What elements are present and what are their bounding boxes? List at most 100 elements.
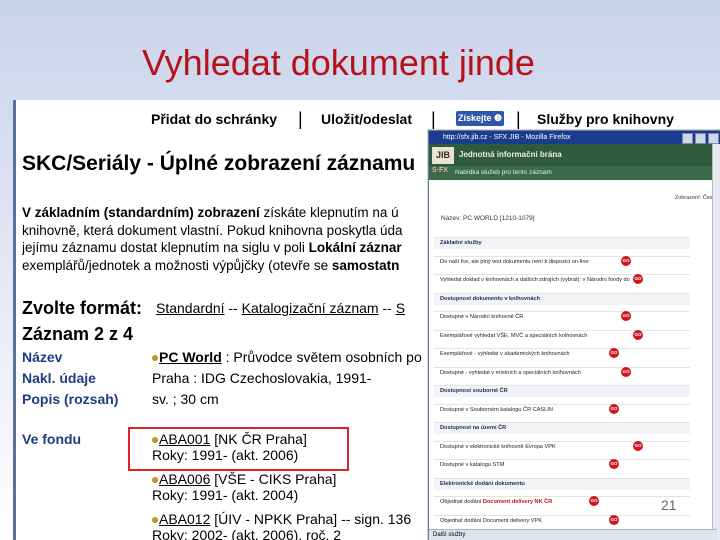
intro-text-part: získáte klepnutím na ú [259, 205, 399, 220]
field-value-extent: sv. ; 30 cm [152, 391, 219, 407]
sfx-service-row[interactable]: Objednat dodání Document delivery NK ČR [434, 496, 690, 508]
sfx-row-text: Základní služby [440, 240, 482, 246]
go-button[interactable]: GO [609, 459, 619, 469]
sfx-service-row[interactable]: Exemplářové vyhledat VŠE, MVČ a speciáln… [434, 329, 690, 342]
go-button[interactable]: GO [621, 255, 631, 266]
sfx-row-text: Objednat dodání [440, 499, 483, 505]
sfx-row-text: Dostupnost souborně ČR [440, 388, 508, 394]
close-icon[interactable] [708, 133, 719, 144]
jib-logo: JIB [432, 147, 454, 164]
sfx-row-text: Dostupné v Národní knihovně ČR [440, 314, 524, 320]
sfx-logo: S·FX [432, 167, 448, 174]
holding-item: ABA006 [VŠE - CIKS Praha] Roky: 1991- (a… [152, 471, 336, 503]
getit-button[interactable]: Získejte ❺ [456, 111, 504, 126]
highlight-box [128, 427, 349, 471]
window-controls [682, 133, 719, 144]
sfx-service-row[interactable]: Do naší fce, ale plný text dokumentu nen… [434, 255, 690, 268]
field-value-title: PC World : Průvodce světem osobních po [152, 349, 422, 365]
go-button[interactable]: GO [621, 366, 631, 377]
bullet-icon [152, 477, 158, 484]
format-catalog-link[interactable]: Katalogizační záznam [242, 300, 379, 316]
banner-text: Jednotná informační brána [459, 150, 562, 159]
sfx-record-title: Název: PC WORLD [1210-1079] [441, 215, 535, 222]
format-more-link[interactable]: S [396, 300, 405, 316]
go-button[interactable]: GO [633, 329, 643, 340]
field-label-imprint: Nakl. údaje [22, 370, 96, 386]
sfx-service-row[interactable]: Vyhledat doklad v knihovnách a dalších z… [434, 274, 690, 286]
status-bar: Další služby [429, 529, 717, 540]
intro-text: V základním (standardním) zobrazení získ… [22, 204, 432, 274]
add-to-basket-button[interactable]: Přidat do schránky [151, 111, 277, 127]
sfx-bar: S·FX Nabídka služeb pro tento záznam [429, 166, 720, 180]
title-link[interactable]: PC World [159, 349, 222, 365]
slide-title: Vyhledat dokument jinde [142, 42, 535, 83]
holding-library: [ÚIV - NPKK Praha] -- sign. 136 [210, 511, 412, 527]
go-button[interactable]: GO [621, 311, 631, 321]
record-toolbar: Přidat do schránky | Uložit/odeslat | Zí… [16, 108, 720, 130]
sfx-row-text: Exemplářové vyhledat VŠE, MVČ a speciáln… [440, 332, 588, 339]
sfx-popup-window: http://sfx.jib.cz - SFX JIB - Mozilla Fi… [428, 130, 720, 540]
go-button[interactable]: GO [589, 496, 599, 506]
sfx-service-row[interactable]: Dostupné - vyhledat v místních a speciál… [434, 366, 690, 379]
sfx-row-text: Exemplářové - vyhledat v akademických kn… [440, 351, 570, 357]
sfx-service-row[interactable]: Dostupné v Národní knihovně ČR [434, 311, 690, 323]
sigla-link[interactable]: ABA012 [159, 511, 210, 527]
holding-years: Roky: 2002- (akt. 2006), roč. 2 [152, 527, 342, 540]
sfx-service-row[interactable]: Dostupné v Souborném katalogu ČR CASLIN [434, 403, 690, 416]
window-titlebar: http://sfx.jib.cz - SFX JIB - Mozilla Fi… [429, 131, 720, 144]
field-label-title: Název [22, 349, 63, 365]
sfx-row-text: Do naší fce, ale plný text dokumentu nen… [440, 258, 589, 265]
intro-text-part: exemplářů/jednotek a možnosti výpůjčky (… [22, 257, 332, 273]
sfx-service-row[interactable]: Objednat dodání Document delivery VPK [434, 514, 690, 527]
record-title: SKC/Seriály - Úplné zobrazení záznamu [22, 152, 416, 175]
slide-page-number: 21 [661, 497, 677, 513]
go-button[interactable]: GO [609, 403, 619, 414]
toolbar-separator: | [431, 109, 436, 129]
format-label: Zvolte formát: [22, 298, 143, 318]
maximize-icon[interactable] [695, 133, 706, 144]
holding-item: ABA012 [ÚIV - NPKK Praha] -- sign. 136 R… [152, 511, 411, 540]
sfx-row-text: Dostupnost dokumentu v knihovnách [440, 295, 541, 302]
go-button[interactable]: GO [609, 348, 619, 358]
sfx-section-header: Dostupnost souborně ČR [434, 385, 690, 397]
title-rest: : Průvodce světem osobních po [221, 349, 422, 365]
sfx-row-text: Objednat dodání Document delivery VPK [440, 517, 542, 524]
sfx-row-text: Dostupnost na území ČR [440, 425, 507, 431]
save-send-button[interactable]: Uložit/odeslat [321, 111, 412, 127]
sfx-section-header: Elektronické dodání dokumentu [434, 477, 690, 490]
intro-bold: samostatn [331, 257, 400, 273]
toolbar-separator: | [298, 109, 303, 129]
field-label-holdings: Ve fondu [22, 431, 82, 447]
sfx-section-header: Dostupnost na území ČR [434, 422, 690, 434]
sfx-row-text: Dostupné - vyhledat v místních a speciál… [440, 369, 581, 376]
minimize-icon[interactable] [682, 133, 693, 144]
sfx-section-header: Základní služby [434, 237, 690, 249]
format-links: Standardní -- Katalogizační záznam -- S [156, 300, 405, 316]
sfx-row-text: Elektronické dodání dokumentu [440, 480, 525, 487]
holding-years: Roky: 1991- (akt. 2004) [152, 487, 299, 503]
sfx-row-highlight[interactable]: Document delivery NK ČR [483, 499, 552, 505]
sfx-bar-text: Nabídka služeb pro tento záznam [455, 169, 552, 176]
bullet-icon [152, 517, 158, 524]
jib-banner: JIB Jednotná informační brána [429, 144, 720, 166]
holding-library: [VŠE - CIKS Praha] [210, 471, 337, 487]
go-button[interactable]: GO [633, 274, 643, 284]
intro-text-part: jejímu záznamu dostat klepnutím na siglu… [22, 240, 309, 255]
sfx-row-text: Vyhledat doklad v knihovnách a dalších z… [440, 277, 630, 283]
format-standard-link[interactable]: Standardní [156, 300, 225, 316]
library-services-button[interactable]: Služby pro knihovny [537, 111, 674, 127]
go-button[interactable]: GO [633, 440, 643, 451]
toolbar-separator: | [516, 109, 521, 129]
intro-bold: V základním (standardním) zobrazení [22, 205, 260, 220]
sfx-section-header: Dostupnost dokumentu v knihovnách [434, 292, 690, 305]
go-button[interactable]: GO [609, 514, 619, 525]
scrollbar[interactable] [712, 144, 720, 540]
sfx-row-text: Dostupné v elektronické knihovně Evropa … [440, 443, 556, 450]
sfx-service-row[interactable]: Dostupné v elektronické knihovně Evropa … [434, 440, 690, 453]
sigla-link[interactable]: ABA006 [159, 471, 210, 487]
sfx-row-text: Dostupné v katalogu STM [440, 462, 505, 468]
field-label-extent: Popis (rozsah) [22, 391, 119, 407]
sfx-service-row[interactable]: Exemplářové - vyhledat v akademických kn… [434, 348, 690, 360]
catalog-screenshot: Přidat do schránky | Uložit/odeslat | Zí… [13, 100, 720, 540]
sfx-service-row[interactable]: Dostupné v katalogu STM [434, 459, 690, 471]
